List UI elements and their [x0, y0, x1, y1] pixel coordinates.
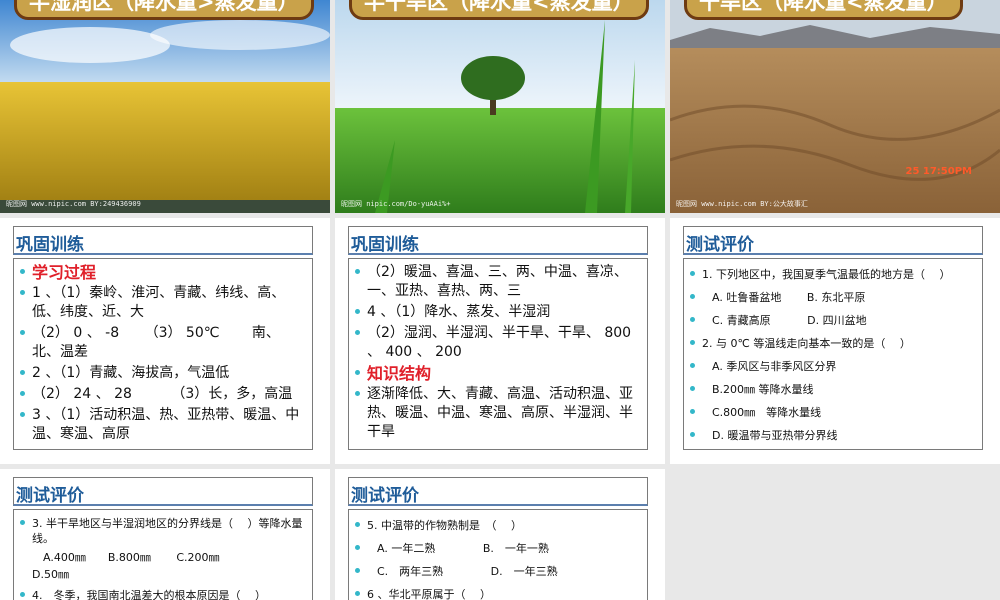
- list-item: A. 一年二熟 B. 一年一熟: [355, 541, 641, 556]
- watermark: 昵图网 www.nipic.com BY:公大故事汇: [676, 200, 808, 208]
- list-item: D. 暖温带与亚热带分界线: [690, 428, 976, 443]
- content-box: （2）暖温、喜温、三、两、中温、喜凉、一、亚热、喜热、两、三 4 、（1）降水、蒸…: [348, 258, 648, 450]
- desert-photo: [670, 0, 1000, 213]
- slide-header: 测试评价: [348, 477, 648, 506]
- list-item: C.800㎜ 等降水量线: [690, 405, 976, 420]
- list-item: （2）暖温、喜温、三、两、中温、喜凉、一、亚热、喜热、两、三: [355, 263, 641, 301]
- slide-semi-humid[interactable]: 半湿润区（降水量>蒸发量） 昵图网 www.nipic.com BY:24943…: [0, 0, 330, 213]
- list-item: 5. 中温带的作物熟制是 （ ）: [355, 518, 641, 533]
- watermark: 昵图网 nipic.com/Do-yuAAi%+: [341, 200, 451, 208]
- section-heading: 学习过程: [20, 263, 306, 282]
- list-item: C. 两年三熟 D. 一年三熟: [355, 564, 641, 579]
- list-item: C. 青藏高原 D. 四川盆地: [690, 313, 976, 328]
- list-item: B.200㎜ 等降水量线: [690, 382, 976, 397]
- list-item: （2） 0 、 -8 （3） 50℃ 南、北、温差: [20, 324, 306, 362]
- slide-consolidation-2[interactable]: 巩固训练 （2）暖温、喜温、三、两、中温、喜凉、一、亚热、喜热、两、三 4 、（1…: [335, 218, 665, 464]
- watermark: 昵图网 www.nipic.com BY:249436909: [6, 200, 141, 208]
- list-item: （2）湿润、半湿润、半干旱、干旱、 800 、 400 、 200: [355, 324, 641, 362]
- slide-consolidation-1[interactable]: 巩固训练 学习过程 1 、（1）秦岭、淮河、青藏、纬线、高、低、纬度、近、大 （2）…: [0, 218, 330, 464]
- list-item: 逐渐降低、大、青藏、高温、活动积温、亚热、暖温、中温、寒温、高原、半湿润、半干旱: [355, 385, 641, 442]
- list-item: 6 、华北平原属于（ ）: [355, 587, 641, 600]
- question-3: 3. 半干旱地区与半湿润地区的分界线是（ ）等降水量线。: [20, 516, 306, 546]
- question-4: 4. 冬季，我国南北温差大的根本原因是（ ）: [20, 588, 306, 600]
- slide-title: 干旱区（降水量<蒸发量）: [684, 0, 963, 20]
- list-item: 4 、（1）降水、蒸发、半湿润: [355, 303, 641, 322]
- slide-title: 半干旱区（降水量<蒸发量）: [349, 0, 649, 20]
- content-box: 3. 半干旱地区与半湿润地区的分界线是（ ）等降水量线。 A.400㎜ B.80…: [13, 509, 313, 600]
- rice-field-photo: [0, 0, 330, 213]
- slide-arid[interactable]: 干旱区（降水量<蒸发量） 25 17:50PM 昵图网 www.nipic.co…: [670, 0, 1000, 213]
- slide-semi-arid[interactable]: 半干旱区（降水量<蒸发量） 昵图网 nipic.com/Do-yuAAi%+: [335, 0, 665, 213]
- content-box: 1. 下列地区中，我国夏季气温最低的地方是（ ） A. 吐鲁番盆地 B. 东北平原…: [683, 258, 983, 450]
- list-item: （2） 24 、 28 （3）长，多，高温: [20, 385, 306, 404]
- slide-header: 巩固训练: [13, 226, 313, 255]
- content-box: 5. 中温带的作物熟制是 （ ） A. 一年二熟 B. 一年一熟 C. 两年三熟 D…: [348, 509, 648, 600]
- question-3-options: A.400㎜ B.800㎜ C.200㎜: [32, 551, 220, 564]
- list-item: 2. 与 0℃ 等温线走向基本一致的是（ ）: [690, 336, 976, 351]
- slide-header: 测试评价: [13, 477, 313, 506]
- list-item: 1 、（1）秦岭、淮河、青藏、纬线、高、低、纬度、近、大: [20, 284, 306, 322]
- content-box: 学习过程 1 、（1）秦岭、淮河、青藏、纬线、高、低、纬度、近、大 （2） 0 、 …: [13, 258, 313, 450]
- slide-header: 巩固训练: [348, 226, 648, 255]
- list-item: A. 吐鲁番盆地 B. 东北平原: [690, 290, 976, 305]
- list-item: A. 季风区与非季风区分界: [690, 359, 976, 374]
- slide-title: 半湿润区（降水量>蒸发量）: [14, 0, 314, 20]
- date-stamp: 25 17:50PM: [905, 166, 972, 177]
- slide-test-2[interactable]: 测试评价 3. 半干旱地区与半湿润地区的分界线是（ ）等降水量线。 A.400㎜…: [0, 469, 330, 600]
- list-item: 2 、（1）青藏、海拔高，气温低: [20, 364, 306, 383]
- list-item: 3 、（1）活动积温、热、亚热带、暖温、中温、寒温、高原: [20, 406, 306, 444]
- slide-test-3[interactable]: 测试评价 5. 中温带的作物熟制是 （ ） A. 一年二熟 B. 一年一熟 C. 两…: [335, 469, 665, 600]
- question-3-option-d: D.50㎜: [32, 568, 69, 581]
- slide-test-1[interactable]: 测试评价 1. 下列地区中，我国夏季气温最低的地方是（ ） A. 吐鲁番盆地 B.…: [670, 218, 1000, 464]
- section-heading: 知识结构: [355, 364, 641, 383]
- list-item: 1. 下列地区中，我国夏季气温最低的地方是（ ）: [690, 267, 976, 282]
- grassland-tree-photo: [335, 0, 665, 213]
- slide-header: 测试评价: [683, 226, 983, 255]
